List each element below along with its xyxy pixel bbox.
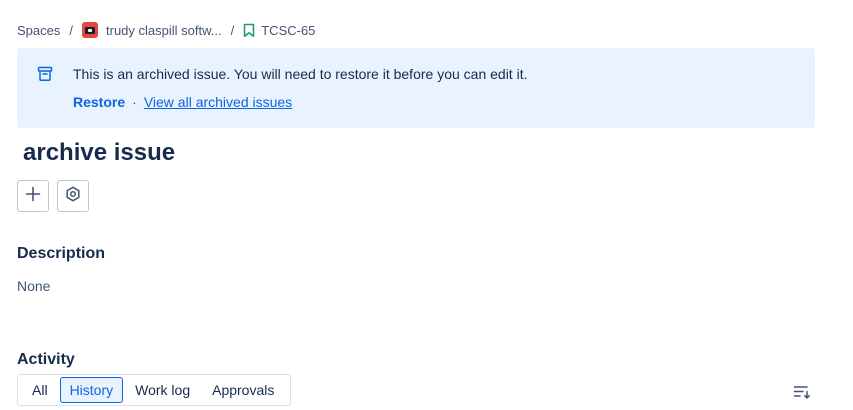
breadcrumb-space-label: trudy claspill softw... [106, 22, 222, 38]
breadcrumb-spaces[interactable]: Spaces [17, 23, 60, 38]
breadcrumb-separator: / [69, 22, 73, 38]
sort-button[interactable] [790, 383, 814, 405]
banner-actions: Restore · View all archived issues [73, 94, 292, 110]
breadcrumb-spaces-label: Spaces [17, 22, 61, 38]
breadcrumb-issue[interactable]: TCSC-65 [243, 23, 315, 38]
archived-message: This is an archived issue. You will need… [73, 66, 528, 82]
tab-all[interactable]: All [22, 377, 58, 403]
space-avatar-icon [82, 22, 98, 38]
breadcrumb-separator: / [230, 22, 235, 38]
description-heading: Description [17, 245, 106, 262]
restore-button[interactable]: Restore [73, 94, 125, 110]
tab-work-log[interactable]: Work log [125, 377, 200, 403]
action-separator: · [132, 94, 137, 110]
breadcrumb-space[interactable]: trudy claspill softw... [82, 22, 222, 38]
hexagon-apps-icon [65, 186, 81, 207]
activity-heading: Activity [17, 351, 75, 368]
tab-approvals[interactable]: Approvals [202, 377, 284, 403]
bookmark-icon [243, 23, 255, 38]
breadcrumb-issue-label: TCSC-65 [261, 22, 316, 38]
apps-button[interactable] [57, 180, 89, 212]
breadcrumb: Spaces / trudy claspill softw... / TCSC-… [17, 19, 315, 41]
activity-tabs: All History Work log Approvals [17, 374, 292, 406]
archived-banner: This is an archived issue. You will need… [17, 48, 815, 128]
add-button[interactable] [17, 180, 49, 212]
issue-title[interactable]: archive issue [23, 138, 175, 168]
sort-icon [793, 384, 811, 405]
description-value[interactable]: None [17, 278, 50, 294]
view-all-archived-link[interactable]: View all archived issues [144, 94, 292, 110]
tab-history[interactable]: History [59, 377, 124, 403]
plus-icon [25, 186, 41, 207]
archive-icon [37, 66, 53, 87]
